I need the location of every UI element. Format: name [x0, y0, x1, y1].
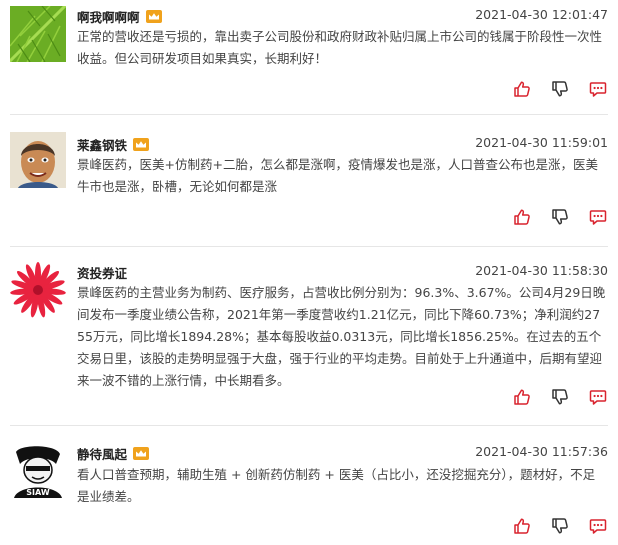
- like-button[interactable]: [512, 387, 532, 407]
- like-button[interactable]: [512, 207, 532, 227]
- divider: [10, 114, 608, 115]
- post-actions: [512, 79, 608, 99]
- thumbs-up-icon: [514, 81, 530, 97]
- dislike-button[interactable]: [550, 79, 570, 99]
- thumbs-down-icon: [552, 389, 568, 405]
- comment-icon: [589, 210, 607, 225]
- post-time: 2021-04-30 12:01:47: [475, 7, 608, 22]
- username-text[interactable]: 资投券证: [77, 263, 127, 282]
- post-actions: [512, 516, 608, 536]
- thumbs-up-icon: [514, 518, 530, 534]
- thumbs-down-icon: [552, 209, 568, 225]
- comment-icon: [589, 82, 607, 97]
- post-content: 景峰医药的主营业务为制药、医疗服务，占营收比例分别为：96.3%、3.67%。公…: [77, 285, 606, 388]
- green-leaf-avatar[interactable]: [10, 6, 66, 62]
- vip-crown-icon: [145, 10, 162, 23]
- username[interactable]: 莱鑫钢铁: [77, 135, 150, 154]
- reply-button[interactable]: [588, 387, 608, 407]
- dislike-button[interactable]: [550, 387, 570, 407]
- username[interactable]: 啊我啊啊啊: [77, 7, 162, 26]
- post-content: 正常的营收还是亏损的，靠出卖子公司股份和政府财政补贴归属上市公司的钱属于阶段性一…: [77, 29, 603, 66]
- divider: [10, 425, 608, 426]
- post-time: 2021-04-30 11:59:01: [475, 135, 608, 150]
- vip-crown-icon: [133, 138, 150, 151]
- reply-button[interactable]: [588, 79, 608, 99]
- post-content: 景峰医药，医美+仿制药+二胎，怎么都是涨啊，疫情爆发也是涨，人口普查公布也是涨，…: [77, 157, 598, 194]
- post-actions: [512, 207, 608, 227]
- thumbs-down-icon: [552, 81, 568, 97]
- like-button[interactable]: [512, 516, 532, 536]
- comment-icon: [589, 519, 607, 534]
- comment-icon: [589, 390, 607, 405]
- dislike-button[interactable]: [550, 207, 570, 227]
- post-time: 2021-04-30 11:58:30: [475, 263, 608, 278]
- divider: [10, 246, 608, 247]
- thumbs-up-icon: [514, 389, 530, 405]
- dislike-button[interactable]: [550, 516, 570, 536]
- thumbs-up-icon: [514, 209, 530, 225]
- reply-button[interactable]: [588, 207, 608, 227]
- reply-button[interactable]: [588, 516, 608, 536]
- post-time: 2021-04-30 11:57:36: [475, 444, 608, 459]
- thumbs-down-icon: [552, 518, 568, 534]
- username-text[interactable]: 啊我啊啊啊: [77, 7, 140, 26]
- username-text[interactable]: 莱鑫钢铁: [77, 135, 127, 154]
- portrait-avatar[interactable]: [10, 132, 66, 188]
- post-content: 看人口普查预期，辅助生殖 + 创新药仿制药 + 医美（占比小，还没挖掘充分），题…: [77, 467, 596, 504]
- post-actions: [512, 387, 608, 407]
- red-flower-avatar[interactable]: [10, 262, 66, 318]
- sticker-avatar[interactable]: SIAW: [10, 442, 66, 498]
- like-button[interactable]: [512, 79, 532, 99]
- username[interactable]: 资投券证: [77, 263, 127, 282]
- vip-crown-icon: [133, 447, 150, 460]
- svg-text:SIAW: SIAW: [26, 488, 50, 497]
- username[interactable]: 静待風起: [77, 444, 150, 463]
- username-text[interactable]: 静待風起: [77, 444, 127, 463]
